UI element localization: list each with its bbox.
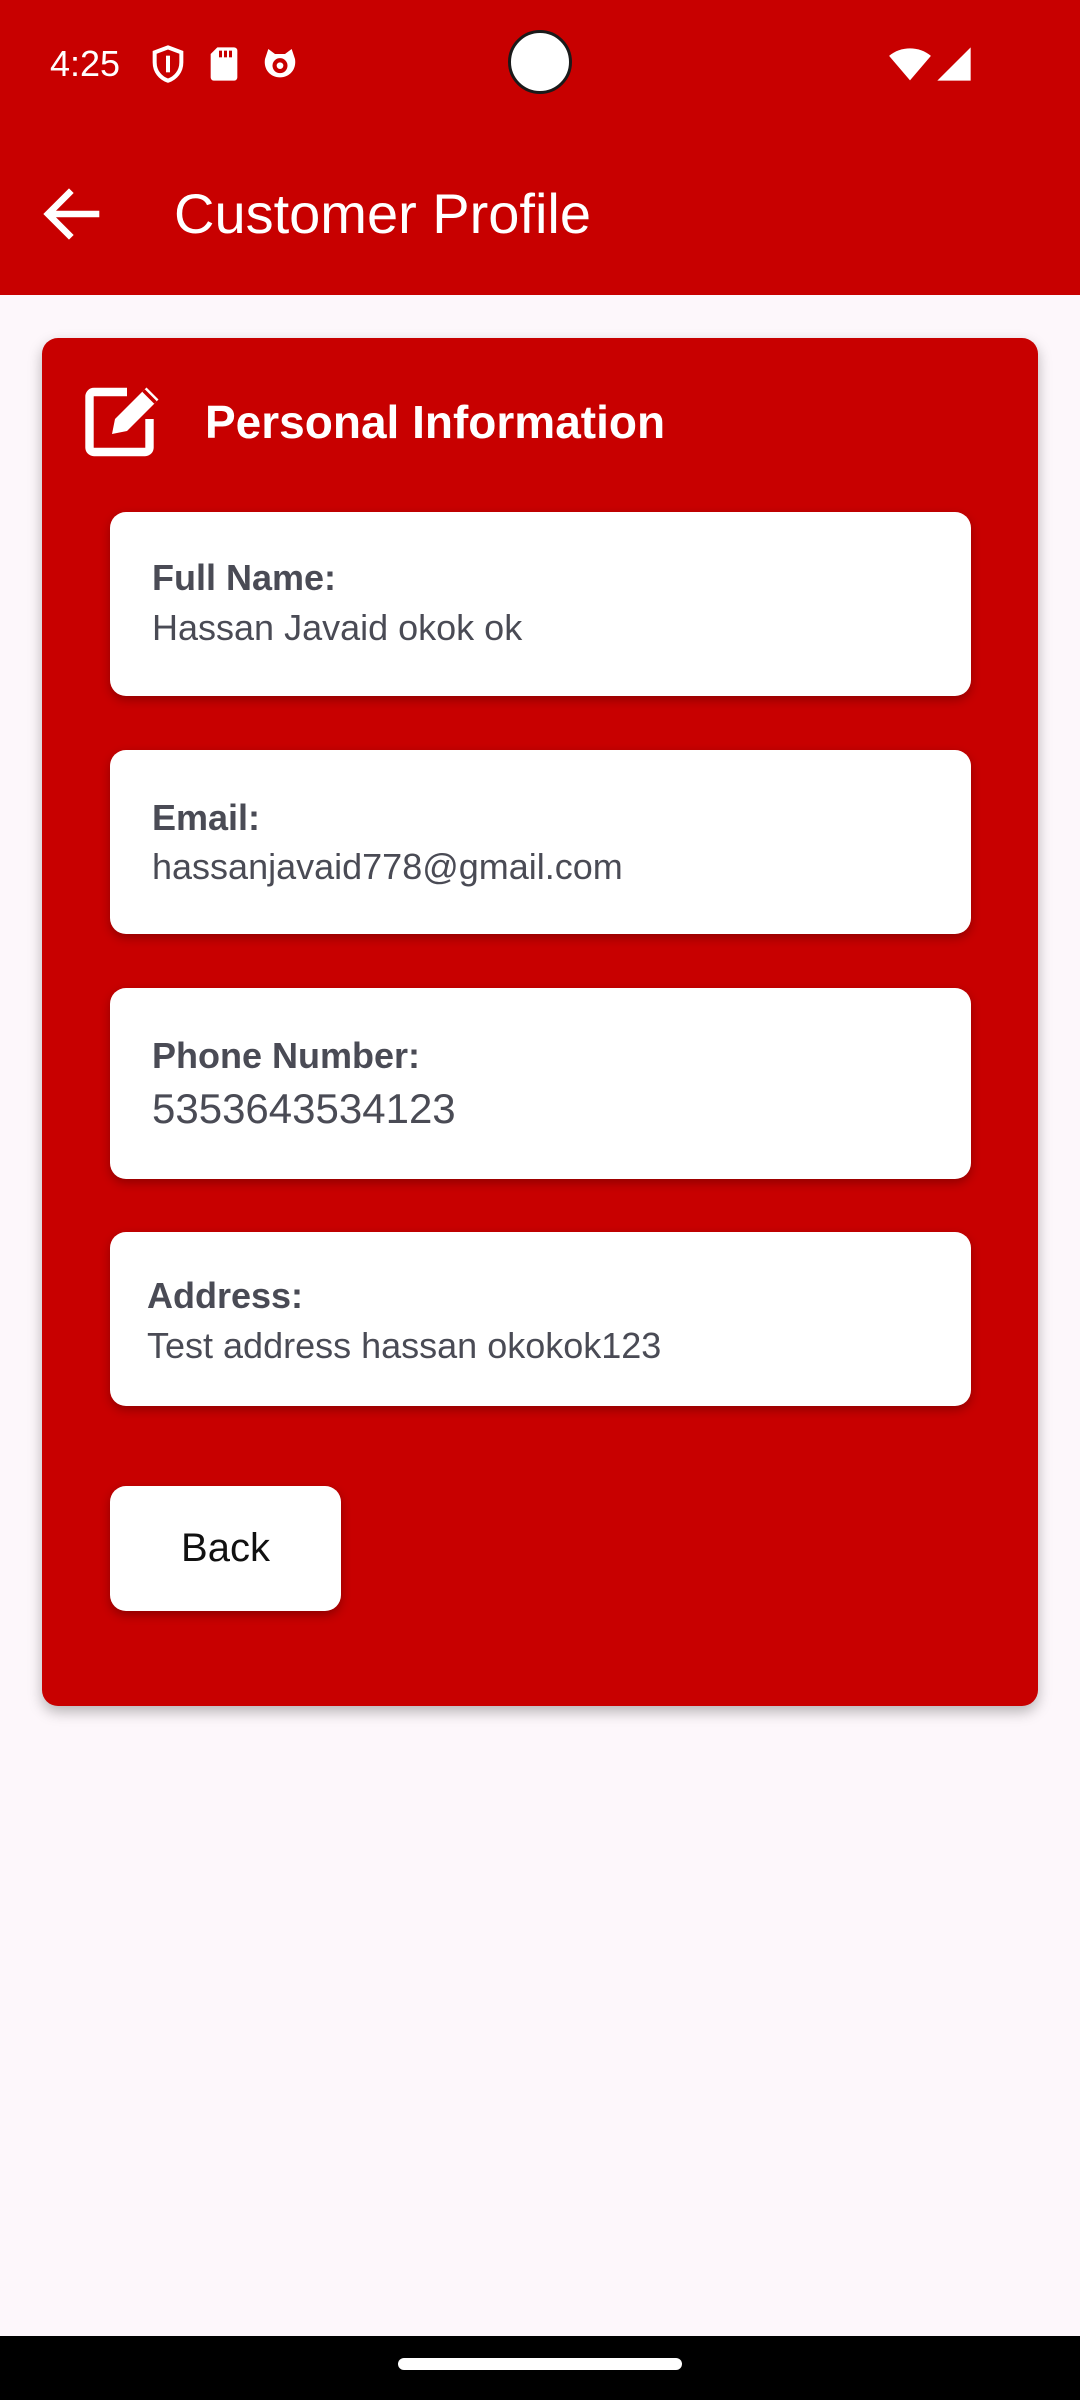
arrow-left-icon[interactable]	[36, 178, 108, 250]
shield-icon	[152, 45, 184, 83]
edit-icon	[85, 387, 159, 457]
status-bar: 4:25	[0, 0, 1080, 128]
navigation-bar	[0, 2336, 1080, 2400]
page-title: Customer Profile	[174, 182, 592, 245]
email-field: Email: hassanjavaid778@gmail.com	[110, 750, 971, 934]
back-button[interactable]: Back	[110, 1486, 341, 1611]
address-field: Address: Test address hassan okokok123	[110, 1232, 971, 1406]
field-label: Email:	[152, 797, 261, 838]
wifi-icon	[889, 48, 931, 81]
phone-field: Phone Number: 5353643534123	[110, 988, 971, 1179]
sd-card-icon	[210, 47, 238, 81]
full-name-value: Hassan Javaid okok ok	[152, 607, 523, 648]
address-value: Test address hassan okokok123	[147, 1325, 662, 1366]
section-title: Personal Information	[205, 396, 666, 448]
status-time: 4:25	[50, 43, 121, 84]
screen: 4:25 Customer Profile Personal Informati…	[0, 0, 1080, 2400]
field-label: Full Name:	[152, 557, 337, 598]
phone-value: 5353643534123	[152, 1085, 456, 1132]
app-bar: Customer Profile	[0, 128, 1080, 295]
field-label: Phone Number:	[152, 1035, 421, 1076]
email-value: hassanjavaid778@gmail.com	[152, 846, 623, 887]
cat-face-icon	[264, 49, 296, 78]
home-gesture-handle[interactable]	[398, 2358, 682, 2370]
personal-info-card: Personal Information Full Name: Hassan J…	[42, 338, 1038, 1706]
field-label: Address:	[147, 1275, 304, 1316]
cellular-signal-icon	[937, 47, 971, 81]
full-name-field: Full Name: Hassan Javaid okok ok	[110, 512, 971, 696]
front-camera	[508, 30, 572, 94]
